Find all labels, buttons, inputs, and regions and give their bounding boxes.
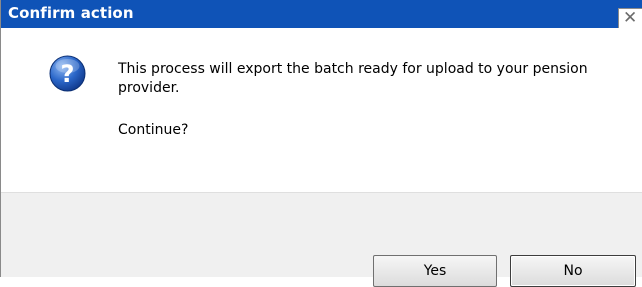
svg-text:?: ? — [61, 60, 75, 88]
close-icon: ✕ — [623, 8, 638, 28]
no-button[interactable]: No — [510, 255, 636, 287]
confirm-dialog: Confirm action ✕ ? This process will exp… — [0, 0, 642, 287]
dialog-message: This process will export the batch ready… — [118, 61, 588, 96]
close-button[interactable]: ✕ — [618, 8, 642, 29]
dialog-title: Confirm action — [8, 4, 134, 22]
question-icon: ? — [49, 55, 86, 92]
dialog-prompt: Continue? — [118, 122, 189, 138]
dialog-content — [1, 28, 642, 192]
dialog-titlebar[interactable]: Confirm action — [1, 0, 642, 28]
yes-button[interactable]: Yes — [373, 255, 497, 287]
